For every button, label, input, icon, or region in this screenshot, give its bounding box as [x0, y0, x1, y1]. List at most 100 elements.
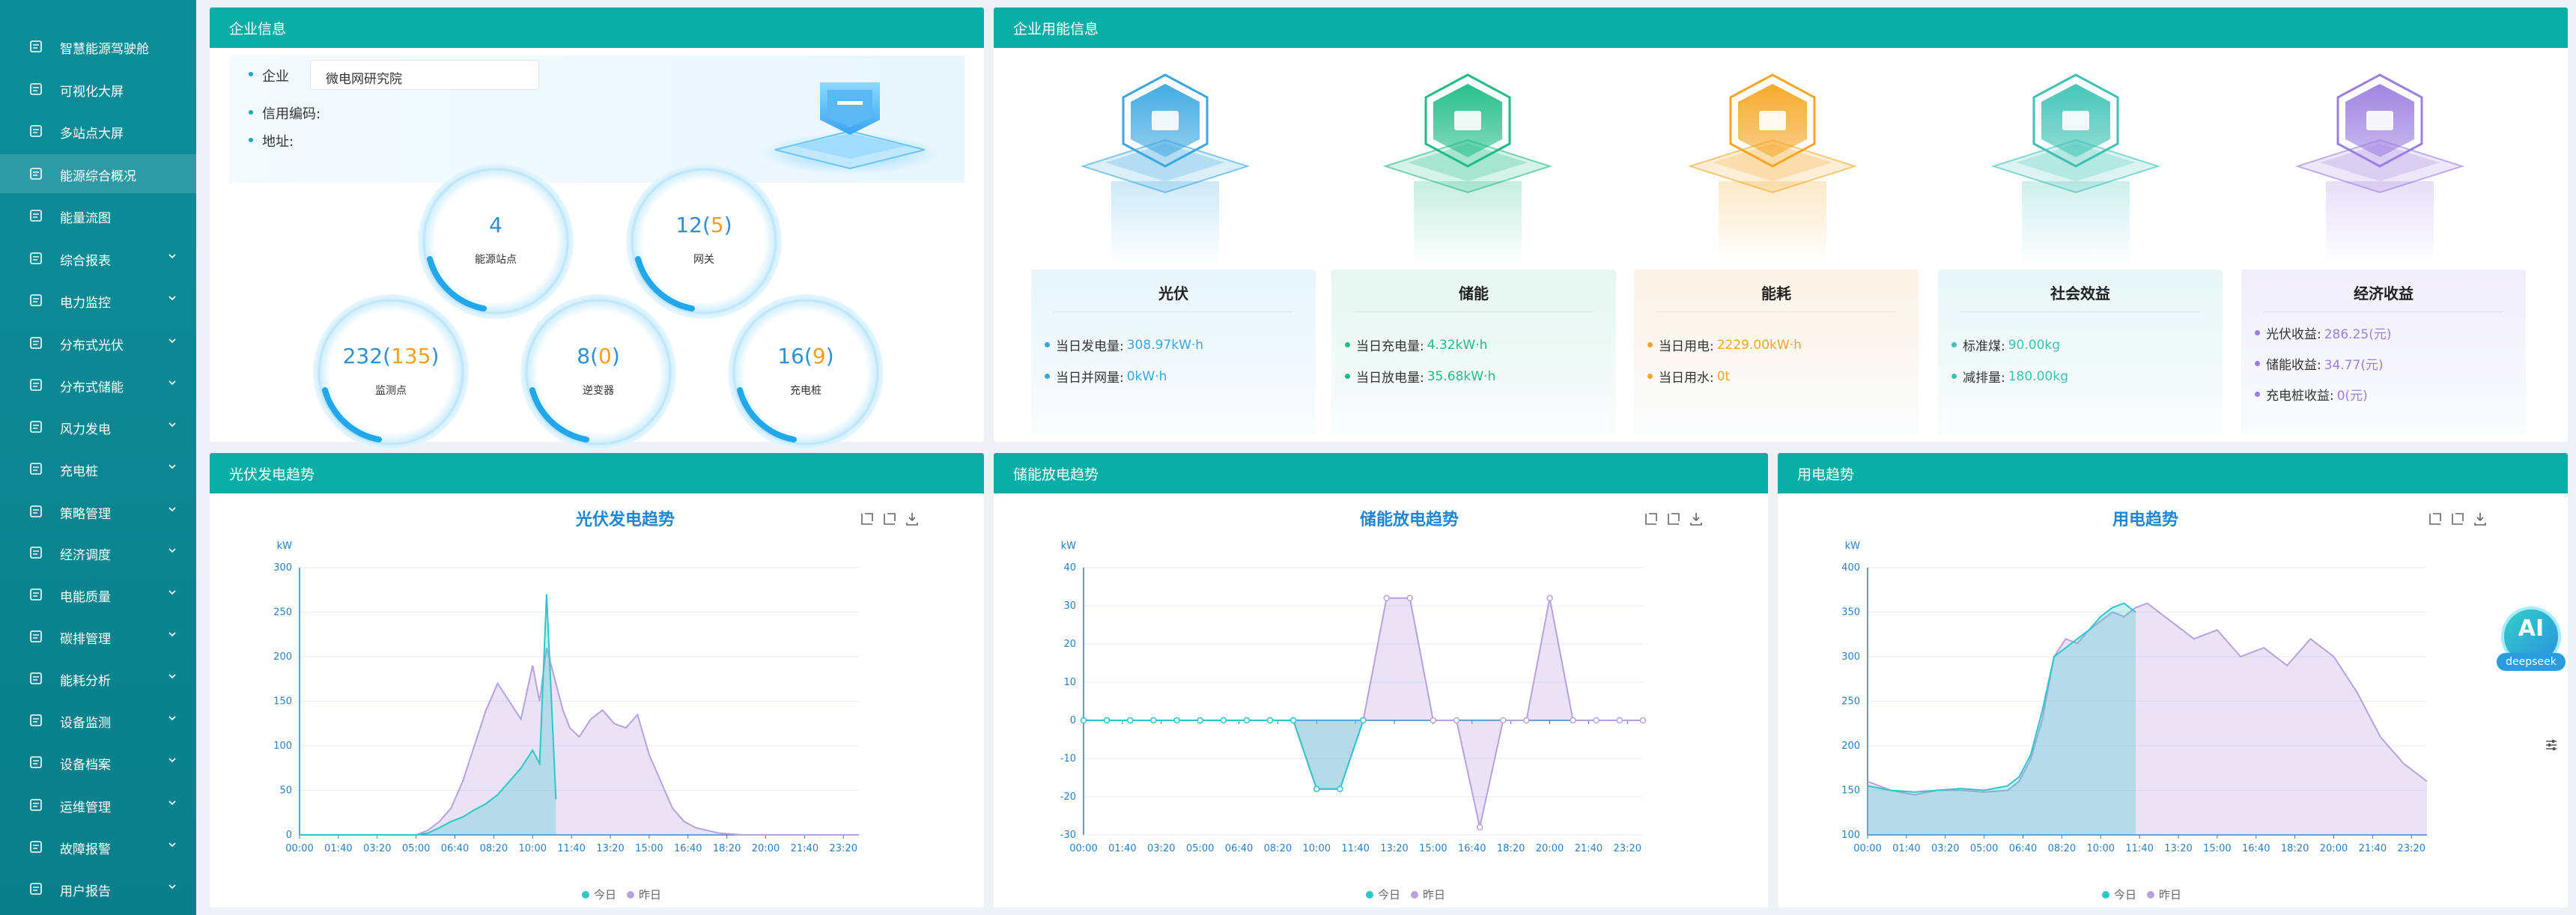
energy-row-value: 90.00kg [2008, 337, 2061, 353]
stat-value: 8(0) [519, 344, 678, 368]
legend-marker [2102, 890, 2109, 899]
chevron-down-icon [168, 338, 176, 344]
sidebar-item-19[interactable]: 故障报警 [0, 827, 196, 866]
legend-item-yesterday[interactable]: 昨日 [627, 887, 661, 902]
stat-label: 监测点 [375, 385, 407, 397]
battery-icon [1382, 73, 1553, 264]
charger-icon [28, 461, 43, 476]
sidebar-item-5[interactable]: 综合报表 [0, 239, 196, 278]
sidebar-item-label: 充电桩 [60, 464, 98, 479]
energy-card-row: 当日充电量: 4.32kW·h [1345, 335, 1487, 354]
paren-close: ) [611, 344, 620, 368]
sidebar-item-label: 能量流图 [60, 211, 111, 226]
energy-row-value: 286.25(元) [2324, 327, 2392, 342]
card-divider [1656, 311, 1896, 312]
zoom-area-icon[interactable] [1643, 511, 1659, 527]
sidebar-item-10[interactable]: 充电桩 [0, 449, 196, 488]
chevron-down-icon [168, 758, 176, 763]
maintenance-icon [28, 797, 43, 812]
sidebar-item-20[interactable]: 用户报告 [0, 869, 196, 908]
energy-card-title: 光伏 [1158, 285, 1188, 303]
bullet-dot [2255, 330, 2260, 335]
stat-sub-number: 5 [710, 213, 724, 237]
energy-row-value: 308.97kW·h [1126, 337, 1204, 353]
energy-row-label: 当日用水: [1659, 371, 1714, 386]
chart-legend: 今日 昨日 [2102, 887, 2181, 902]
energy-card-row: 当日用电: 2229.00kW·h [1647, 335, 1802, 354]
energy-row-value: 35.68kW·h [1427, 368, 1496, 384]
enterprise-value: 微电网研究院 [326, 72, 402, 87]
enterprise-label: 企业 [262, 69, 289, 85]
energy-row-label: 充电桩收益: [2266, 389, 2334, 404]
power-trend-header: 用电趋势 [1778, 453, 2568, 493]
sidebar-item-label: 电能质量 [60, 590, 111, 605]
sidebar-item-0[interactable]: 智慧能源驾驶舱 [0, 27, 196, 66]
sidebar-item-1[interactable]: 可视化大屏 [0, 70, 196, 109]
zoom-reset-icon[interactable] [2449, 511, 2466, 527]
sidebar-item-4[interactable]: 能量流图 [0, 196, 196, 235]
sidebar-item-7[interactable]: 分布式光伏 [0, 323, 196, 362]
sidebar-item-8[interactable]: 分布式储能 [0, 365, 196, 404]
sidebar-item-14[interactable]: 碳排管理 [0, 617, 196, 656]
sidebar-item-2[interactable]: 多站点大屏 [0, 112, 196, 151]
bullet-dot [249, 72, 253, 76]
legend-item-today[interactable]: 今日 [1366, 887, 1400, 902]
sidebar-item-18[interactable]: 运维管理 [0, 785, 196, 824]
energy-card-title: 经济收益 [2354, 285, 2414, 303]
bullet-dot [1345, 374, 1350, 379]
chevron-down-icon [168, 632, 176, 637]
solar-grid-icon [28, 335, 43, 350]
energy-row-label: 当日发电量: [1056, 339, 1124, 354]
lightning-icon [1687, 73, 1858, 264]
zoom-reset-icon[interactable] [1665, 511, 1682, 527]
settings-sliders-icon[interactable] [2545, 738, 2558, 752]
plant-hand-icon [1990, 73, 2161, 264]
sidebar-item-label: 分布式储能 [60, 380, 124, 395]
sidebar-item-12[interactable]: 经济调度 [0, 533, 196, 572]
energy-card-row: 当日用水: 0t [1647, 367, 1730, 386]
zoom-area-icon[interactable] [859, 511, 875, 527]
bullet-dot [2255, 361, 2260, 366]
download-icon[interactable] [904, 511, 920, 527]
chevron-down-icon [168, 380, 176, 386]
legend-marker [1411, 890, 1419, 899]
sidebar-item-16[interactable]: 设备监测 [0, 701, 196, 740]
legend-item-yesterday[interactable]: 昨日 [1411, 887, 1445, 902]
solar-trend-panel-title: 光伏发电趋势 [229, 466, 315, 483]
sidebar-item-11[interactable]: 策略管理 [0, 492, 196, 531]
legend-item-today[interactable]: 今日 [2102, 887, 2136, 902]
sidebar-item-17[interactable]: 设备档案 [0, 743, 196, 782]
energy-row-label: 储能收益: [2266, 358, 2321, 373]
enterprise-field[interactable]: 微电网研究院 [310, 60, 539, 90]
solar-trend-header: 光伏发电趋势 [210, 453, 984, 493]
sidebar-item-6[interactable]: 电力监控 [0, 281, 196, 320]
legend-label: 今日 [594, 888, 617, 902]
monitor-icon [28, 39, 43, 54]
sidebar-item-15[interactable]: 能耗分析 [0, 659, 196, 698]
download-icon[interactable] [2472, 511, 2488, 527]
sidebar-item-9[interactable]: 风力发电 [0, 407, 196, 446]
chevron-down-icon [168, 884, 176, 890]
energy-row-value: 34.77(元) [2324, 358, 2384, 373]
chart-title: 储能放电趋势 [1359, 511, 1459, 529]
legend-label: 今日 [1378, 888, 1401, 902]
energy-card-title: 社会效益 [2050, 285, 2110, 303]
zoom-reset-icon[interactable] [881, 511, 898, 527]
legend-item-today[interactable]: 今日 [582, 887, 616, 902]
chevron-down-icon [168, 548, 176, 553]
company-info-title: 企业信息 [229, 20, 287, 37]
sidebar-item-13[interactable]: 电能质量 [0, 575, 196, 614]
legend-item-yesterday[interactable]: 昨日 [2147, 887, 2181, 902]
stat-number: 12 [675, 213, 702, 237]
download-icon[interactable] [1688, 511, 1704, 527]
sidebar-item-3[interactable]: 能源综合概况 [0, 154, 196, 193]
report-icon [28, 251, 43, 266]
energy-row-value: 0kW·h [1126, 368, 1167, 384]
zoom-area-icon[interactable] [2427, 511, 2443, 527]
ai-assistant-button[interactable]: AI deepseek [2491, 605, 2572, 677]
stat-value: 4 [416, 213, 575, 237]
money-bag-icon [2294, 73, 2465, 264]
energy-row-value: 180.00kg [2008, 368, 2068, 384]
energy-row-label: 减排量: [1963, 371, 2005, 386]
card-divider [1960, 311, 2200, 312]
